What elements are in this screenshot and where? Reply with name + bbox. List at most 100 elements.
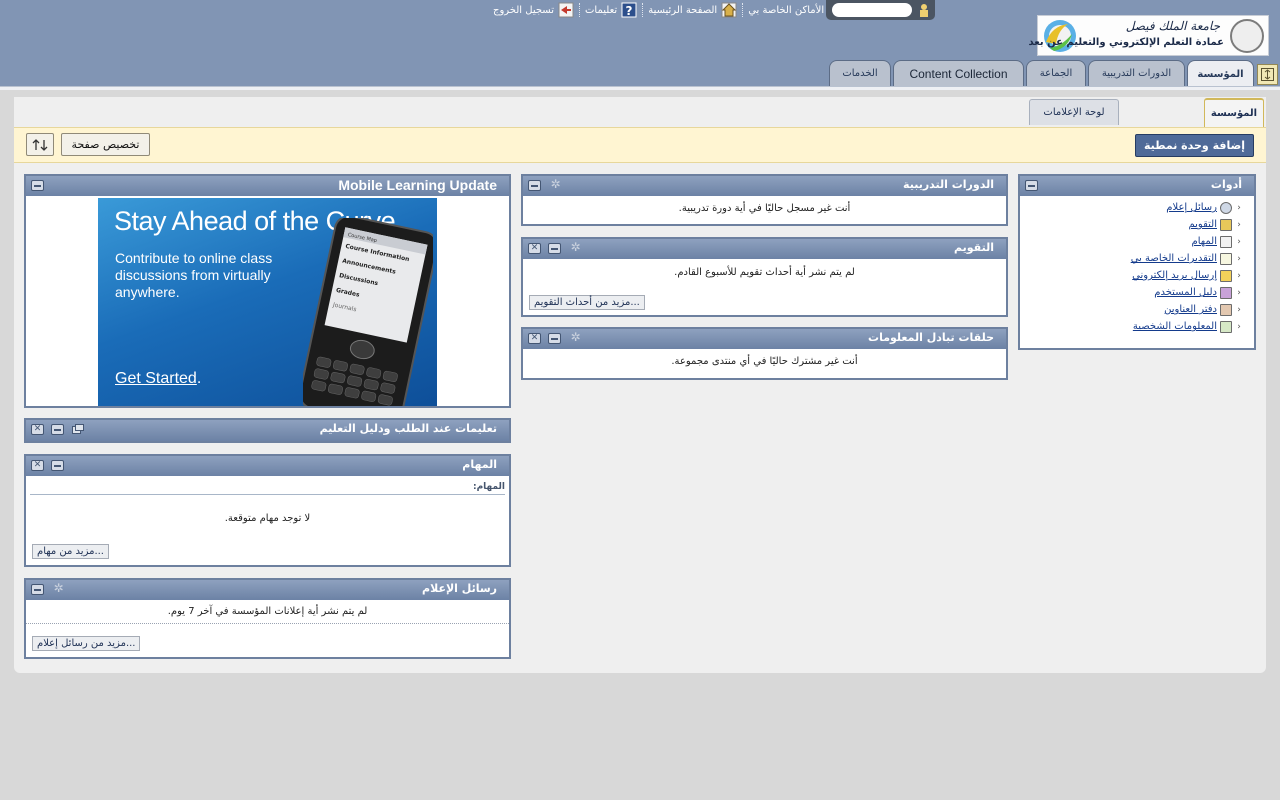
tool-link-calendar[interactable]: التقويم [1188,219,1217,230]
minimize-icon[interactable] [1025,180,1038,191]
minimize-icon[interactable] [31,180,44,191]
home-label: الصفحة الرئيسية [648,4,718,16]
tab-community[interactable]: الجماعة [1026,60,1086,86]
tool-link-announcements[interactable]: رسائل إعلام [1166,202,1217,213]
minimize-icon[interactable] [548,243,561,254]
customize-page-button[interactable]: تخصيص صفحة [61,133,150,156]
module-message: أنت غير مسجل حاليًا في أية دورة تدريبية. [678,203,851,214]
logout-icon [558,2,574,18]
chevron-icon: ‹ [1237,270,1241,281]
module-header: ✲ الدورات التدريبية [523,176,1006,196]
list-item[interactable]: ‹ التقديرات الخاصة بي [1020,250,1244,267]
module-message: لم يتم نشر أية أحداث تقويم للأسبوع القاد… [674,267,855,278]
list-item[interactable]: ‹ التقويم [1020,216,1244,233]
page-toolbar: تخصيص صفحة إضافة وحدة نمطية [14,127,1266,163]
home-link[interactable]: الصفحة الرئيسية [643,2,742,18]
close-icon[interactable]: ✕ [528,243,541,254]
list-item[interactable]: ‹ دفتر العناوين [1020,301,1244,318]
address-book-icon [1220,303,1232,316]
main-tabs: الخدمات Content Collection الجماعة الدور… [0,60,1280,87]
popout-window-icon[interactable] [71,423,84,434]
popout-glyph-icon [71,423,84,434]
get-started-label: Get Started [115,370,197,387]
university-logo[interactable]: جامعة الملك فيصل عمادة التعلم الإلكتروني… [1028,15,1269,56]
gear-icon[interactable]: ✲ [569,330,582,344]
close-icon[interactable]: ✕ [31,424,44,435]
link-separator [642,3,644,17]
tool-link-personal-info[interactable]: المعلومات الشخصية [1133,321,1217,332]
module-header: أدوات [1020,176,1254,196]
tab-services[interactable]: الخدمات [829,60,891,86]
user-directory-icon [1220,286,1232,299]
list-item[interactable]: ‹ إرسال بريد إلكتروني [1020,267,1244,284]
module-title: Mobile Learning Update [338,177,497,193]
user-badge[interactable] [826,0,935,20]
add-module-button[interactable]: إضافة وحدة نمطية [1134,134,1254,157]
calendar-module: ✕ ✲ التقويم لم يتم نشر أية أحداث تقويم ل… [521,237,1008,317]
tool-link-user-directory[interactable]: دليل المستخدم [1154,287,1217,298]
expand-collapse-button[interactable] [1257,64,1278,85]
tool-link-send-email[interactable]: إرسال بريد إلكتروني [1132,270,1217,281]
link-separator [579,3,581,17]
university-seal-icon [1230,19,1264,53]
list-item[interactable]: ‹ دليل المستخدم [1020,284,1244,301]
banner-subtext: Contribute to online class discussions f… [115,250,273,300]
module-message: أنت غير مشترك حاليًا في أي منتدى مجموعة. [671,356,858,367]
minimize-icon[interactable] [548,333,561,344]
personal-info-icon [1220,320,1232,333]
tool-link-address-book[interactable]: دفتر العناوين [1164,304,1217,315]
help-label: تعليمات [585,4,618,16]
get-started-link[interactable]: Get Started. [115,370,201,388]
tasks-module: ✕ المهام المهام: لا توجد مهام متوقعة. مز… [24,454,511,567]
grades-icon [1220,252,1232,265]
subtab-notifications-dashboard[interactable]: لوحة الإعلامات [1029,99,1119,125]
list-item[interactable]: ‹ المعلومات الشخصية [1020,318,1244,335]
close-icon[interactable]: ✕ [528,333,541,344]
user-name-redacted [832,3,912,17]
tool-link-tasks[interactable]: المهام [1192,236,1217,247]
module-message: لا توجد مهام متوقعة. [224,513,311,524]
chevron-icon: ‹ [1237,219,1241,230]
list-item[interactable]: ‹ رسائل إعلام [1020,199,1244,216]
help-icon: ? [621,2,637,18]
help-link[interactable]: ? تعليمات [580,2,642,18]
subtab-institution[interactable]: المؤسسة [1204,98,1264,127]
tab-courses[interactable]: الدورات التدريبية [1088,60,1185,86]
tools-list: ‹ رسائل إعلام ‹ التقويم ‹ المهام ‹ التقديرات… [1020,196,1254,335]
chevron-icon: ‹ [1237,321,1241,332]
announcement-icon [1220,201,1232,214]
logout-link[interactable]: تسجيل الخروج [488,2,579,18]
minimize-icon[interactable] [528,180,541,191]
minimize-icon[interactable] [51,424,64,435]
deanship-name: عمادة التعلم الإلكتروني والتعليم عن بعد [1028,37,1224,48]
gear-icon[interactable]: ✲ [52,581,65,595]
chevron-icon: ‹ [1237,202,1241,213]
more-announcements-button[interactable]: مزيد من رسائل إعلام... [32,636,141,651]
close-icon[interactable]: ✕ [31,460,44,471]
module-message: لم يتم نشر أية إعلانات المؤسسة في آخر 7 … [26,600,509,624]
module-header: ✕ المهام [26,456,509,476]
expand-icon [1261,68,1274,81]
chevron-icon: ‹ [1237,304,1241,315]
tool-link-my-grades[interactable]: التقديرات الخاصة بي [1131,253,1217,264]
mobile-learning-module: Mobile Learning Update Stay Ahead of the… [24,174,511,408]
tab-institution[interactable]: المؤسسة [1187,60,1254,87]
tools-module: أدوات ‹ رسائل إعلام ‹ التقويم ‹ المهام ‹ الت… [1018,174,1256,350]
logout-label: تسجيل الخروج [493,4,555,16]
get-started-suffix: . [196,370,202,387]
module-title: التقويم [954,241,994,254]
gear-icon[interactable]: ✲ [549,177,562,191]
more-tasks-button[interactable]: مزيد من مهام... [32,544,109,559]
module-title: رسائل الإعلام [422,582,497,595]
more-calendar-events-button[interactable]: مزيد من أحداث التقويم... [529,295,645,310]
gear-icon[interactable]: ✲ [569,240,582,254]
mobile-learning-banner[interactable]: Stay Ahead of the Curve Contribute to on… [98,198,437,406]
list-item[interactable]: ‹ المهام [1020,233,1244,250]
calendar-icon [1220,218,1232,231]
reorder-button[interactable] [26,133,54,156]
minimize-icon[interactable] [31,584,44,595]
module-title: تعليمات عند الطلب ودليل التعليم [319,422,497,435]
minimize-icon[interactable] [51,460,64,471]
module-title: أدوات [1210,178,1242,191]
tab-content-collection[interactable]: Content Collection [893,60,1024,86]
